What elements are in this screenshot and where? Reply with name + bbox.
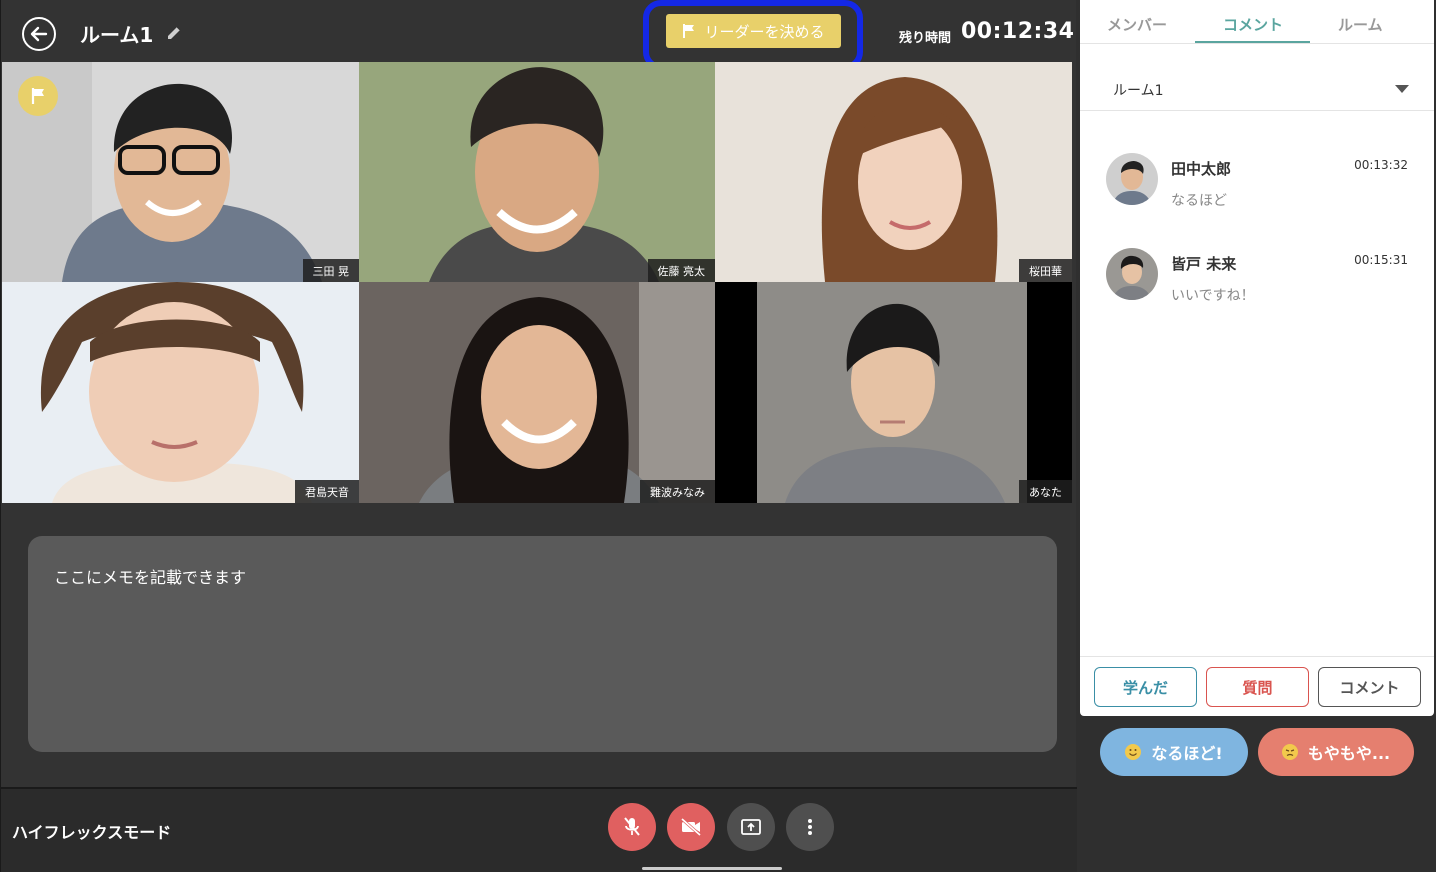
leader-badge — [18, 76, 58, 116]
pencil-icon[interactable] — [165, 24, 183, 42]
flag-icon — [31, 88, 44, 104]
room-select-value: ルーム1 — [1113, 83, 1164, 99]
video-tile[interactable]: 難波みなみ — [359, 282, 715, 503]
panel-tabs: メンバー コメント ルーム — [1080, 0, 1434, 44]
room-title: ルーム1 — [80, 23, 154, 47]
bottom-bar: ハイフレックスモード — [1, 787, 1077, 872]
remaining-time: 00:12:34 — [961, 19, 1075, 44]
video-tile[interactable]: あなた — [715, 282, 1072, 503]
video-grid: 三田 晃 佐藤 亮太 桜田華 君島天音 難波みなみ あなた — [2, 62, 1072, 503]
question-button[interactable]: 質問 — [1206, 667, 1309, 707]
participant-name-tag: 難波みなみ — [640, 480, 715, 503]
comment-author: 皆戸 未来 — [1171, 255, 1237, 273]
screen-share-button[interactable] — [727, 803, 775, 851]
comment-time: 00:15:31 — [1354, 253, 1408, 267]
hyflex-mode-label: ハイフレックスモード — [12, 823, 172, 842]
participant-video — [359, 282, 715, 503]
participant-video — [715, 62, 1072, 282]
reaction-label: もやもや... — [1307, 744, 1391, 763]
comment-item: 皆戸 未来 00:15:31 いいですね！ — [1080, 248, 1434, 328]
participant-name-tag: あなた — [1019, 480, 1072, 503]
memo-placeholder: ここにメモを記載できます — [54, 568, 247, 587]
participant-video — [2, 282, 359, 503]
more-options-button[interactable] — [786, 803, 834, 851]
participant-video — [715, 282, 1072, 503]
tab-members[interactable]: メンバー — [1107, 14, 1167, 35]
main-area: ルーム1 リーダーを決める 残り時間 00:12:34 三田 晃 佐藤 亮太 桜… — [0, 0, 1077, 872]
comment-actions: 学んだ 質問 コメント — [1080, 656, 1434, 716]
top-bar: ルーム1 リーダーを決める 残り時間 00:12:34 — [1, 0, 1077, 70]
memo-area[interactable]: ここにメモを記載できます — [28, 536, 1057, 752]
reaction-naruhodo-button[interactable]: なるほど! — [1100, 728, 1248, 776]
comment-text: なるほど — [1171, 193, 1227, 209]
remaining-time-label: 残り時間 — [899, 31, 952, 46]
caret-down-icon — [1395, 85, 1409, 93]
mic-off-icon — [624, 817, 640, 836]
active-tab-indicator — [1195, 41, 1310, 43]
avatar-image — [1106, 248, 1158, 300]
video-tile[interactable]: 桜田華 — [715, 62, 1072, 282]
arrow-left-icon — [30, 26, 48, 42]
comment-author: 田中太郎 — [1171, 160, 1232, 178]
decide-leader-button[interactable]: リーダーを決める — [666, 14, 841, 48]
camera-off-icon — [681, 818, 701, 836]
participant-name-tag: 佐藤 亮太 — [647, 259, 715, 282]
participant-name-tag: 君島天音 — [295, 480, 359, 503]
avatar — [1106, 248, 1158, 300]
more-vertical-icon — [808, 819, 812, 835]
mic-toggle-button[interactable] — [608, 803, 656, 851]
confused-emoji-icon — [1281, 744, 1298, 760]
participant-name-tag: 三田 晃 — [302, 259, 359, 282]
reaction-label: なるほど! — [1151, 744, 1223, 763]
video-tile[interactable]: 佐藤 亮太 — [359, 62, 715, 282]
screen-share-icon — [741, 819, 761, 835]
video-tile[interactable]: 三田 晃 — [2, 62, 359, 282]
reaction-moyamoya-button[interactable]: もやもや... — [1258, 728, 1414, 776]
comment-text: いいですね！ — [1171, 288, 1255, 304]
side-panel: メンバー コメント ルーム ルーム1 田中太郎 00:13:32 なるほど 皆戸… — [1080, 0, 1434, 716]
tab-comments[interactable]: コメント — [1223, 14, 1283, 35]
comment-button[interactable]: コメント — [1318, 667, 1421, 707]
decide-leader-label: リーダーを決める — [704, 22, 825, 41]
camera-toggle-button[interactable] — [667, 803, 715, 851]
tab-rooms[interactable]: ルーム — [1338, 14, 1383, 35]
room-select[interactable]: ルーム1 — [1080, 66, 1434, 111]
participant-video — [359, 62, 715, 282]
avatar-image — [1106, 153, 1158, 205]
participant-name-tag: 桜田華 — [1019, 259, 1072, 282]
flag-icon — [683, 24, 695, 38]
comment-item: 田中太郎 00:13:32 なるほど — [1080, 153, 1434, 233]
avatar — [1106, 153, 1158, 205]
learned-button[interactable]: 学んだ — [1094, 667, 1197, 707]
smile-emoji-icon — [1125, 744, 1142, 760]
back-button[interactable] — [22, 17, 56, 51]
comment-time: 00:13:32 — [1354, 158, 1408, 172]
video-tile[interactable]: 君島天音 — [2, 282, 359, 503]
home-indicator — [642, 867, 782, 870]
